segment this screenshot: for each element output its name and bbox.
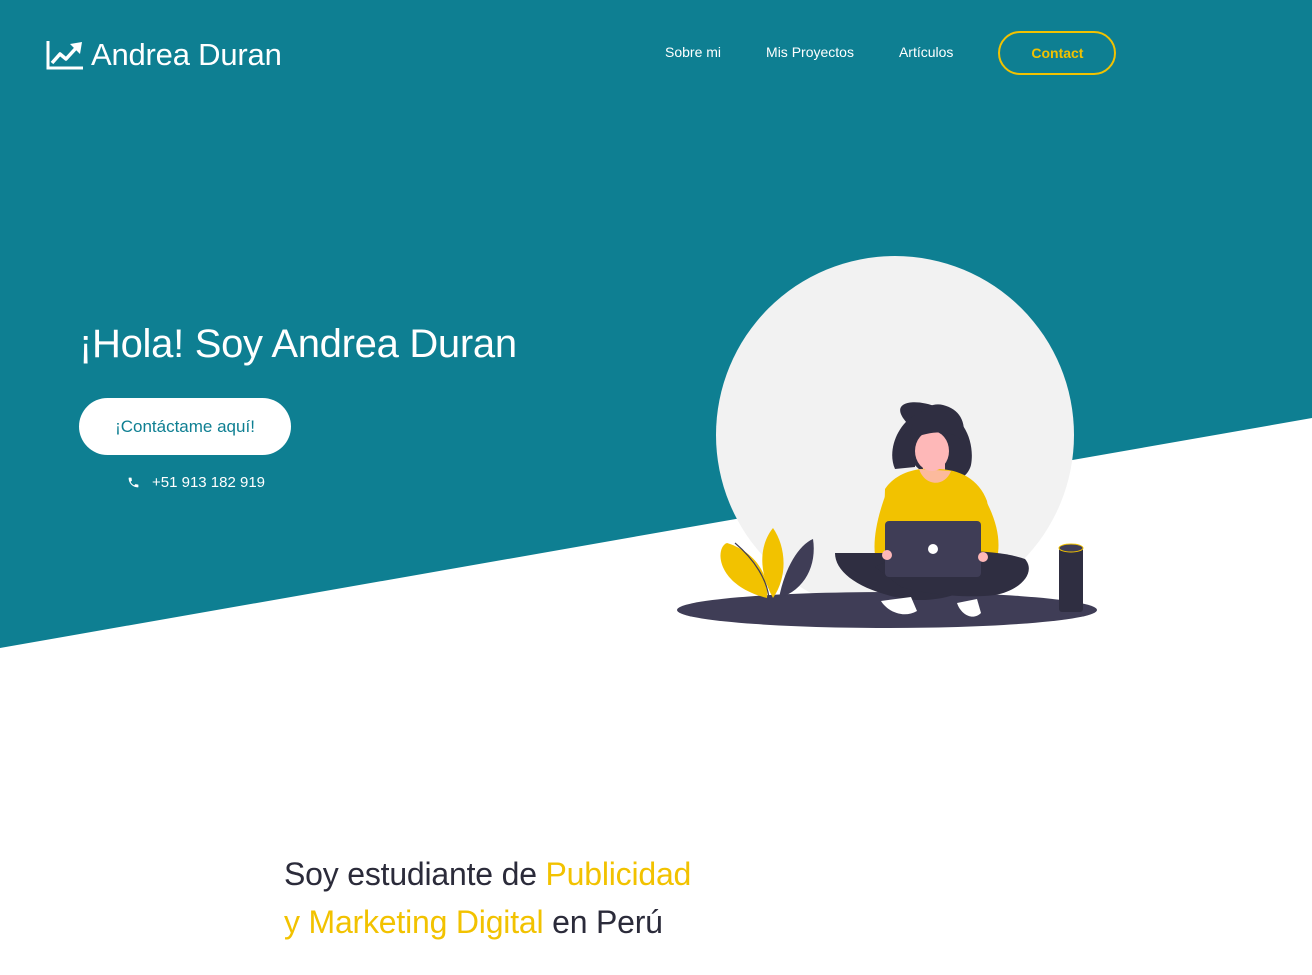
phone-contact[interactable]: +51 913 182 919 — [127, 474, 265, 491]
intro-suffix: en Perú — [543, 904, 663, 940]
contact-button[interactable]: Contact — [998, 31, 1117, 75]
nav-link-mis-proyectos[interactable]: Mis Proyectos — [766, 44, 854, 60]
nav-link-articulos[interactable]: Artículos — [899, 44, 953, 60]
brand-name: Andrea Duran — [91, 37, 282, 72]
intro-highlight-marketing: y Marketing Digital — [284, 904, 544, 940]
intro-highlight-publicidad: Publicidad — [545, 856, 692, 892]
speaker-icon — [1058, 543, 1084, 612]
intro-prefix: Soy estudiante de — [284, 856, 546, 892]
intro-statement: Soy estudiante de Publicidad y Marketing… — [284, 850, 691, 946]
woman-with-laptop-illustration — [677, 256, 1097, 628]
contact-me-button[interactable]: ¡Contáctame aquí! — [79, 398, 291, 455]
phone-icon — [128, 477, 139, 488]
trending-up-icon — [46, 41, 83, 70]
main-nav: Sobre mi Mis Proyectos Artículos Contact — [665, 31, 1117, 75]
phone-number: +51 913 182 919 — [152, 474, 266, 491]
hero-title: ¡Hola! Soy Andrea Duran — [79, 322, 517, 366]
nav-link-sobre-mi[interactable]: Sobre mi — [665, 44, 721, 60]
brand-logo[interactable]: Andrea Duran — [46, 36, 282, 74]
